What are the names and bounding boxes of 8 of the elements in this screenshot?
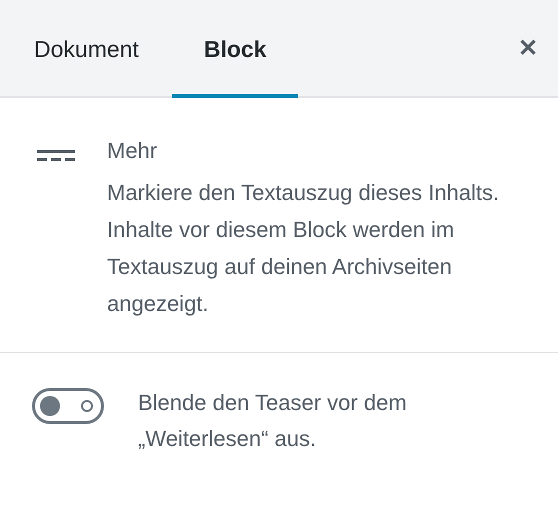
toggle-label: Blende den Teaser vor dem „Weiterlesen“ aus. bbox=[138, 389, 408, 453]
more-icon bbox=[37, 150, 75, 162]
block-description: Markiere den Textauszug dieses Inhalts. Inhalte vor diesem Block werden im Textauszug auf deinen Archivseiten angezeigt. bbox=[107, 179, 500, 318]
close-button[interactable]: ✕ bbox=[498, 0, 558, 96]
tab[interactable]: Block bbox=[172, 0, 298, 98]
toggle-switch[interactable] bbox=[32, 388, 104, 424]
tab[interactable]: Dokument bbox=[0, 0, 172, 98]
block-title: Mehr bbox=[107, 138, 158, 164]
